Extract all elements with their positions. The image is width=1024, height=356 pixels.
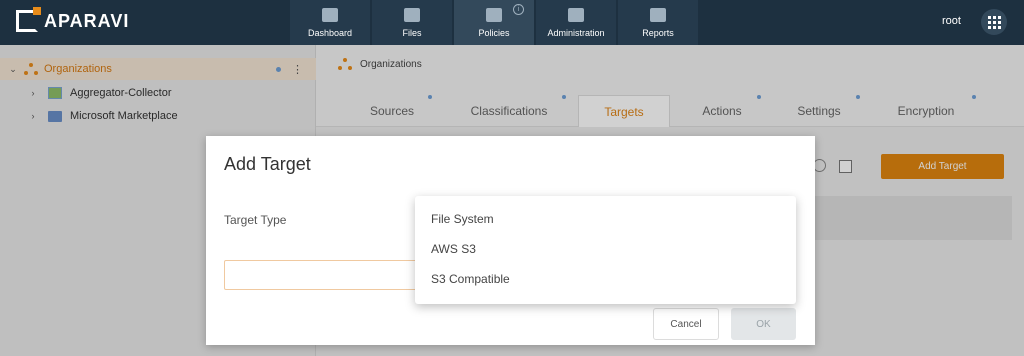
ok-button[interactable]: OK xyxy=(731,308,796,340)
nav-dashboard[interactable]: Dashboard xyxy=(290,0,370,45)
info-icon[interactable]: i xyxy=(513,4,524,15)
nav-label: Administration xyxy=(547,27,605,38)
nav-label: Dashboard xyxy=(307,27,353,38)
option-s3-compatible[interactable]: S3 Compatible xyxy=(415,264,796,294)
apps-grid-icon[interactable] xyxy=(981,9,1007,35)
user-name[interactable]: root xyxy=(942,15,961,27)
folder-icon xyxy=(404,7,420,22)
nav-label: Policies xyxy=(478,27,510,38)
target-type-dropdown: File System AWS S3 S3 Compatible xyxy=(415,196,796,304)
nav-label: Reports xyxy=(642,27,674,38)
main-nav: Dashboard Files Policies i Administratio… xyxy=(290,0,700,45)
dashboard-icon xyxy=(322,7,338,22)
top-bar: APARAVI Dashboard Files Policies i Admin… xyxy=(0,0,1024,45)
nav-label: Files xyxy=(402,27,422,38)
aparavi-logo[interactable]: APARAVI xyxy=(16,7,130,32)
target-type-label: Target Type xyxy=(224,213,287,227)
people-icon xyxy=(568,7,584,22)
nav-files[interactable]: Files xyxy=(372,0,452,45)
nav-reports[interactable]: Reports xyxy=(618,0,698,45)
option-aws-s3[interactable]: AWS S3 xyxy=(415,234,796,264)
nav-administration[interactable]: Administration xyxy=(536,0,616,45)
nav-policies[interactable]: Policies i xyxy=(454,0,534,45)
option-file-system[interactable]: File System xyxy=(415,204,796,234)
policies-icon xyxy=(486,7,502,22)
clipboard-icon xyxy=(650,7,666,22)
dialog-title: Add Target xyxy=(224,154,311,174)
cancel-button[interactable]: Cancel xyxy=(653,308,719,340)
logo-icon xyxy=(16,7,41,32)
brand-name: APARAVI xyxy=(44,10,130,31)
